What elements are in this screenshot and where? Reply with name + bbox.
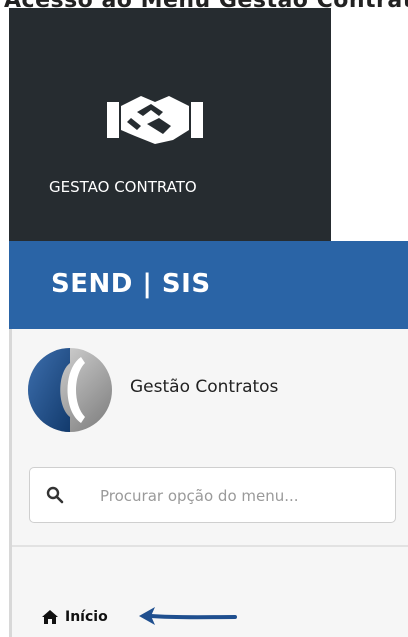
app-header: SEND | SIS [9,241,408,329]
brand-logo [28,348,112,432]
cropped-caption: Acesso ao Menu Gestão Contrato [4,0,408,8]
module-tile-label: GESTAO CONTRATO [49,178,197,196]
sidebar-item-inicio[interactable]: Início [42,606,108,628]
search-icon [46,486,64,504]
module-tile-gestao-contrato[interactable]: GESTAO CONTRATO [9,8,331,241]
sidebar-item-label: Início [65,609,108,625]
brand-name: Gestão Contratos [130,377,279,397]
handshake-icon [107,96,203,144]
menu-search[interactable] [29,467,396,523]
arrow-left-icon [139,607,237,625]
home-icon [42,610,58,624]
divider [12,545,408,547]
sidebar: Gestão Contratos Início [9,329,408,637]
app-title: SEND | SIS [51,269,211,299]
search-input[interactable] [100,484,370,508]
